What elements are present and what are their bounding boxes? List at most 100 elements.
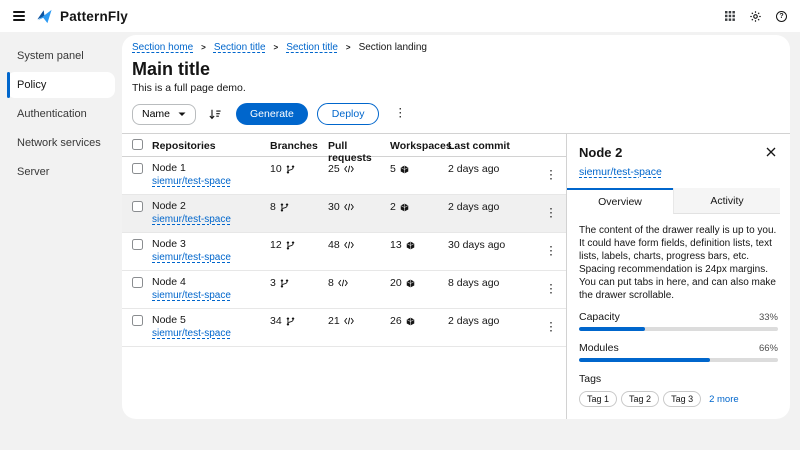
workspaces-count: 13 <box>390 239 402 251</box>
tag-pill: Tag 2 <box>621 391 659 407</box>
column-branches: Branches <box>270 134 328 152</box>
repo-space-link[interactable]: siemur/test-space <box>152 290 231 301</box>
row-checkbox[interactable] <box>132 315 143 326</box>
branches-count: 8 <box>270 201 276 213</box>
table-row-node2[interactable]: Node 2 siemur/test-space 8 30 2 2 days a… <box>122 195 566 233</box>
row-kebab-icon[interactable]: ⋮ <box>541 206 561 222</box>
code-icon <box>344 203 354 211</box>
repo-name: Node 5 <box>152 314 270 326</box>
tags-label: Tags <box>579 373 778 385</box>
last-commit: 2 days ago <box>448 309 536 327</box>
pulls-count: 48 <box>328 239 340 251</box>
modules-value: 66% <box>759 343 778 354</box>
page-title: Main title <box>132 58 776 80</box>
pulls-count: 30 <box>328 201 340 213</box>
last-commit: 2 days ago <box>448 157 536 175</box>
breadcrumb-separator-icon: > <box>201 42 206 53</box>
nav-toggle-icon[interactable] <box>13 11 25 21</box>
main-content: Section home > Section title > Section t… <box>122 32 800 450</box>
pulls-count: 25 <box>328 163 340 175</box>
capacity-label: Capacity <box>579 311 620 323</box>
repo-space-link[interactable]: siemur/test-space <box>152 328 231 339</box>
repo-name: Node 4 <box>152 276 270 288</box>
modules-progress: Modules 66% <box>579 342 778 362</box>
workspaces-count: 5 <box>390 163 396 175</box>
breadcrumb-separator-icon: > <box>274 42 279 53</box>
breadcrumb-current: Section landing <box>359 42 427 53</box>
row-checkbox[interactable] <box>132 201 143 212</box>
code-branch-icon <box>286 317 295 326</box>
patternfly-logo-icon <box>36 9 53 24</box>
apps-grid-icon[interactable] <box>725 11 735 21</box>
help-question-icon[interactable]: ? <box>776 11 787 22</box>
drawer-description: The content of the drawer really is up t… <box>579 224 778 302</box>
sidebar-item-policy[interactable]: Policy <box>7 72 115 98</box>
repo-space-link[interactable]: siemur/test-space <box>152 252 231 263</box>
drawer-space-link[interactable]: siemur/test-space <box>579 166 662 178</box>
column-last-commit: Last commit <box>448 134 536 152</box>
masthead-utilities: ? <box>725 11 787 22</box>
code-icon <box>338 279 348 287</box>
workspaces-count: 26 <box>390 315 402 327</box>
branches-count: 3 <box>270 277 276 289</box>
breadcrumb-link[interactable]: Section title <box>286 42 338 53</box>
table-row-node5[interactable]: Node 5 siemur/test-space 34 21 26 2 days… <box>122 309 566 347</box>
table-row-node3[interactable]: Node 3 siemur/test-space 12 48 13 30 day… <box>122 233 566 271</box>
sidebar-item-authentication[interactable]: Authentication <box>7 101 115 127</box>
sidebar-item-network-services[interactable]: Network services <box>7 130 115 156</box>
table-row-node1[interactable]: Node 1 siemur/test-space 10 25 5 2 days … <box>122 157 566 195</box>
branches-count: 10 <box>270 163 282 175</box>
deploy-button[interactable]: Deploy <box>317 103 380 125</box>
capacity-progress: Capacity 33% <box>579 311 778 331</box>
sidebar-item-server[interactable]: Server <box>7 159 115 185</box>
sidebar-item-system-panel[interactable]: System panel <box>7 43 115 69</box>
breadcrumb-separator-icon: > <box>346 42 351 53</box>
sort-icon[interactable] <box>209 109 221 120</box>
close-icon[interactable] <box>764 145 778 159</box>
breadcrumb-link[interactable]: Section home <box>132 42 193 53</box>
name-filter-select[interactable]: Name <box>132 104 196 125</box>
branches-count: 12 <box>270 239 282 251</box>
row-kebab-icon[interactable]: ⋮ <box>541 244 561 260</box>
breadcrumb-link[interactable]: Section title <box>214 42 266 53</box>
page-subtitle: This is a full page demo. <box>132 82 776 94</box>
pulls-count: 8 <box>328 277 334 289</box>
table-row-node4[interactable]: Node 4 siemur/test-space 3 8 20 8 days a… <box>122 271 566 309</box>
repo-space-link[interactable]: siemur/test-space <box>152 176 231 187</box>
last-commit: 30 days ago <box>448 233 536 251</box>
select-all-checkbox[interactable] <box>132 139 143 150</box>
last-commit: 8 days ago <box>448 271 536 289</box>
code-icon <box>344 241 354 249</box>
settings-gear-icon[interactable] <box>750 11 761 22</box>
modules-label: Modules <box>579 342 619 354</box>
toolbar: Name Generate Deploy <box>132 103 776 133</box>
code-branch-icon <box>280 279 289 288</box>
sidebar-nav: System panel Policy Authentication Netwo… <box>0 32 122 450</box>
capacity-progress-bar <box>579 327 778 331</box>
toolbar-kebab-icon[interactable]: ⋮ <box>390 106 410 122</box>
tab-activity[interactable]: Activity <box>673 188 780 214</box>
chevron-down-icon <box>178 112 186 117</box>
tab-overview[interactable]: Overview <box>567 188 673 214</box>
last-commit: 2 days ago <box>448 195 536 213</box>
code-icon <box>344 165 354 173</box>
repo-space-link[interactable]: siemur/test-space <box>152 214 231 225</box>
more-tags-link[interactable]: 2 more <box>709 394 739 405</box>
branches-count: 34 <box>270 315 282 327</box>
row-kebab-icon[interactable]: ⋮ <box>541 320 561 336</box>
generate-button[interactable]: Generate <box>236 103 308 125</box>
row-checkbox[interactable] <box>132 239 143 250</box>
row-checkbox[interactable] <box>132 163 143 174</box>
row-kebab-icon[interactable]: ⋮ <box>541 282 561 298</box>
tag-pill: Tag 1 <box>579 391 617 407</box>
row-kebab-icon[interactable]: ⋮ <box>541 168 561 184</box>
tag-pill: Tag 3 <box>663 391 701 407</box>
repo-name: Node 3 <box>152 238 270 250</box>
row-checkbox[interactable] <box>132 277 143 288</box>
pulls-count: 21 <box>328 315 340 327</box>
drawer-title: Node 2 <box>579 145 622 160</box>
modules-progress-bar <box>579 358 778 362</box>
cube-icon <box>400 203 409 212</box>
code-branch-icon <box>286 241 295 250</box>
masthead: PatternFly <box>0 0 800 32</box>
